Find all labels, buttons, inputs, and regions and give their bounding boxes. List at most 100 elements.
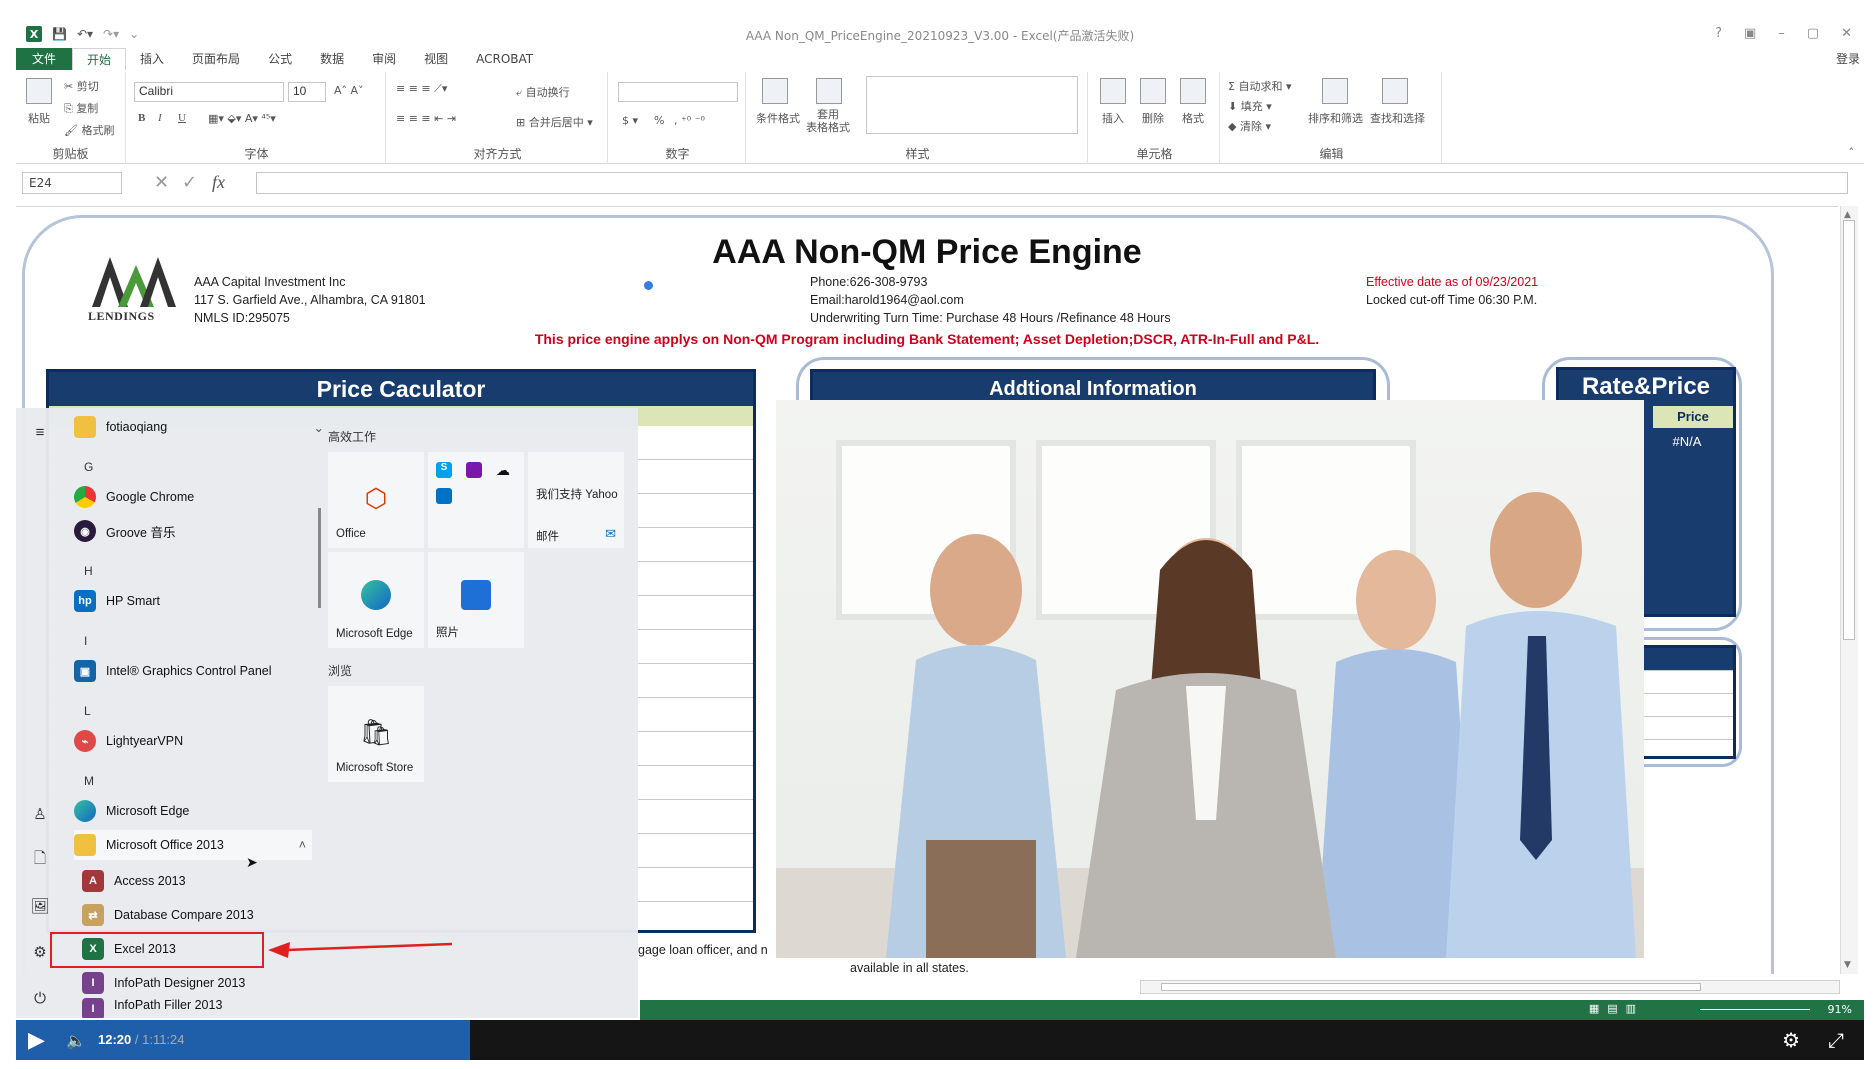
start-app-item[interactable]: I InfoPath Filler 2013 <box>82 998 332 1018</box>
pictures-icon[interactable]: 🖼 <box>30 896 50 916</box>
format-cells-button[interactable]: 格式 <box>1182 110 1204 126</box>
border-icon[interactable]: ▦▾ ⬙▾ A▾ ⁴⁵▾ <box>208 112 276 125</box>
tab-review[interactable]: 审阅 <box>358 48 410 70</box>
zoom-level[interactable]: 91% <box>1828 1003 1852 1016</box>
format-painter-button[interactable]: 🖌 格式刷 <box>64 122 114 138</box>
tile-store[interactable]: 🛍 Microsoft Store <box>328 686 424 782</box>
start-app-item[interactable]: Microsoft Office 2013 ˄ <box>74 830 312 860</box>
tile-photos[interactable]: 照片 <box>428 552 524 648</box>
insert-cells-button[interactable]: 插入 <box>1102 110 1124 126</box>
format-cells-icon[interactable] <box>1180 78 1206 104</box>
table-format-icon[interactable] <box>816 78 842 104</box>
start-app-item[interactable]: ◉ Groove 音乐 <box>74 516 324 546</box>
collapse-ribbon-icon[interactable]: ˄ <box>1849 146 1855 159</box>
table-format-button[interactable]: 套用 表格格式 <box>806 108 850 134</box>
decimal-icon[interactable]: , ⁺⁰ ⁻⁰ <box>674 114 705 127</box>
start-app-item[interactable]: I InfoPath Designer 2013 <box>82 968 332 998</box>
font-name-select[interactable]: Calibri <box>134 82 284 102</box>
horizontal-scrollbar[interactable] <box>1140 980 1840 994</box>
volume-icon[interactable]: 🔈 <box>66 1031 86 1050</box>
name-box[interactable]: E24 <box>22 172 122 194</box>
tab-acrobat[interactable]: ACROBAT <box>462 48 547 70</box>
play-icon[interactable]: ▶ <box>28 1028 45 1053</box>
view-buttons-icon[interactable]: ▦▤▥ <box>1589 1002 1644 1015</box>
hamburger-icon[interactable]: ≡ <box>30 422 50 442</box>
tab-data[interactable]: 数据 <box>306 48 358 70</box>
tile-edge[interactable]: Microsoft Edge <box>328 552 424 648</box>
tab-view[interactable]: 视图 <box>410 48 462 70</box>
tile-group-header[interactable]: 高效工作 <box>328 428 376 445</box>
documents-icon[interactable]: 🗋 <box>30 850 50 870</box>
delete-cells-button[interactable]: 删除 <box>1142 110 1164 126</box>
start-app-item[interactable]: Microsoft Edge <box>74 796 324 826</box>
start-app-item[interactable]: ⇄ Database Compare 2013 <box>82 900 332 930</box>
fullscreen-icon[interactable]: ⤢ <box>1828 1028 1844 1052</box>
tile-yahoo-mail[interactable]: 我们支持 Yahoo 邮件 ✉ <box>528 452 624 548</box>
letter-header[interactable]: H <box>84 564 93 578</box>
cut-button[interactable]: ✂ 剪切 <box>64 78 99 94</box>
align-top-icon[interactable]: ≡ ≡ ≡ ⟋▾ <box>396 82 447 96</box>
user-icon[interactable]: ♙ <box>30 804 50 824</box>
minimize-button[interactable]: – <box>1778 26 1785 41</box>
tile-office[interactable]: ⬡ Office <box>328 452 424 548</box>
italic-button[interactable]: I <box>158 112 162 124</box>
font-grow-icon[interactable]: A˄ A˅ <box>334 84 364 97</box>
bold-button[interactable]: B <box>138 112 145 124</box>
help-button[interactable]: ? <box>1715 26 1722 41</box>
start-app-item[interactable]: Google Chrome <box>74 482 324 512</box>
start-app-item[interactable]: ⌁ LightyearVPN <box>74 726 324 756</box>
login-link[interactable]: 登录 <box>1822 48 1864 70</box>
conditional-format-icon[interactable] <box>762 78 788 104</box>
currency-button[interactable]: $ ▾ <box>622 114 638 127</box>
letter-header[interactable]: I <box>84 634 87 648</box>
insert-cells-icon[interactable] <box>1100 78 1126 104</box>
start-app-item[interactable]: A Access 2013 <box>82 866 332 896</box>
tile-office-apps[interactable]: S ☁ <box>428 452 524 548</box>
vertical-scrollbar[interactable]: ▲ ▼ <box>1840 206 1858 974</box>
scroll-up-icon[interactable]: ▲ <box>1844 210 1851 220</box>
tab-insert[interactable]: 插入 <box>126 48 178 70</box>
sort-filter-icon[interactable] <box>1322 78 1348 104</box>
merge-center-button[interactable]: ⊞ 合并后居中 ▾ <box>516 114 593 130</box>
paste-button[interactable]: 粘贴 <box>28 110 50 126</box>
tile-group-header[interactable]: 浏览 <box>328 662 352 679</box>
paste-icon[interactable] <box>26 78 52 104</box>
settings-icon[interactable]: ⚙ <box>1782 1028 1800 1052</box>
insert-function-button[interactable]: fx <box>212 172 225 193</box>
scroll-down-icon[interactable]: ▼ <box>1844 960 1851 970</box>
number-format-select[interactable] <box>618 82 738 102</box>
sort-filter-button[interactable]: 排序和筛选 <box>1308 110 1363 126</box>
close-button[interactable]: ✕ <box>1841 26 1852 41</box>
power-icon[interactable]: ⏻ <box>30 988 50 1008</box>
start-app-item[interactable]: hp HP Smart <box>74 586 324 616</box>
tab-formulas[interactable]: 公式 <box>254 48 306 70</box>
enter-icon[interactable]: ✓ <box>182 172 197 193</box>
underline-button[interactable]: U <box>178 112 186 124</box>
hscroll-thumb[interactable] <box>1161 983 1701 991</box>
zoom-slider[interactable] <box>1700 1009 1810 1010</box>
ribbon-display-button[interactable]: ▣ <box>1744 26 1756 41</box>
cell-styles-gallery[interactable] <box>866 76 1078 134</box>
letter-header[interactable]: G <box>84 460 93 474</box>
start-app-item[interactable]: fotiaoqiang ⌄ <box>74 412 324 442</box>
tab-page-layout[interactable]: 页面布局 <box>178 48 254 70</box>
conditional-format-button[interactable]: 条件格式 <box>756 110 800 126</box>
find-select-icon[interactable] <box>1382 78 1408 104</box>
price-value[interactable]: #N/A <box>1647 434 1727 449</box>
tab-home[interactable]: 开始 <box>72 48 127 70</box>
align-left-icon[interactable]: ≡ ≡ ≡ ⇤ ⇥ <box>396 112 456 125</box>
fill-button[interactable]: ⬇ 填充 ▾ <box>1228 98 1272 114</box>
letter-header[interactable]: M <box>84 774 94 788</box>
delete-cells-icon[interactable] <box>1140 78 1166 104</box>
clear-button[interactable]: ◆ 清除 ▾ <box>1228 118 1271 134</box>
scroll-thumb[interactable] <box>1843 220 1855 640</box>
letter-header[interactable]: L <box>84 704 91 718</box>
formula-input[interactable] <box>256 172 1848 194</box>
cancel-icon[interactable]: ✕ <box>154 172 169 193</box>
copy-button[interactable]: ⎘ 复制 <box>64 100 98 116</box>
autosum-button[interactable]: Σ 自动求和 ▾ <box>1228 78 1291 94</box>
restore-button[interactable]: ▢ <box>1807 26 1819 41</box>
start-app-item[interactable]: ▣ Intel® Graphics Control Panel <box>74 656 324 686</box>
find-select-button[interactable]: 查找和选择 <box>1370 110 1425 126</box>
settings-icon[interactable]: ⚙ <box>30 942 50 962</box>
